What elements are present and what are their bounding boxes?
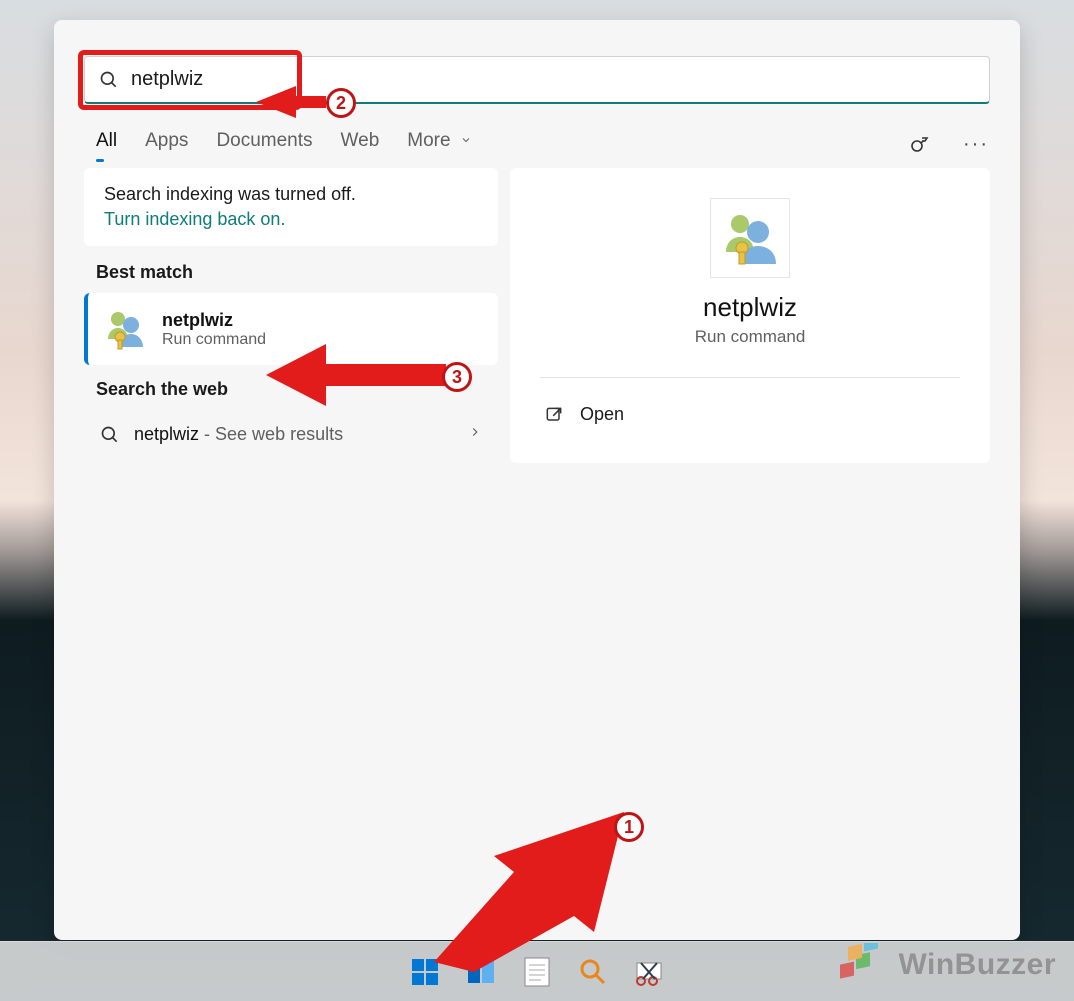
search-row xyxy=(54,20,1020,104)
best-match-item[interactable]: netplwiz Run command xyxy=(84,293,498,365)
search-icon xyxy=(99,70,119,90)
tab-more[interactable]: More xyxy=(407,130,472,158)
divider xyxy=(540,377,960,378)
turn-indexing-on-link[interactable]: Turn indexing back on. xyxy=(104,209,478,230)
web-result-item[interactable]: netplwiz - See web results xyxy=(84,410,498,459)
indexing-notice-text: Search indexing was turned off. xyxy=(104,184,478,205)
winbuzzer-logo-icon xyxy=(838,943,890,987)
open-icon xyxy=(544,405,564,425)
tab-more-label: More xyxy=(407,130,450,151)
preview-subtitle: Run command xyxy=(530,327,970,347)
search-box[interactable] xyxy=(84,56,990,104)
open-label: Open xyxy=(580,404,624,425)
tab-all[interactable]: All xyxy=(96,130,117,158)
search-panel: All Apps Documents Web More ··· Search i… xyxy=(54,20,1020,940)
results-column: Search indexing was turned off. Turn ind… xyxy=(84,168,498,463)
search-tabs: All Apps Documents Web More ··· xyxy=(54,104,1020,168)
web-result-term: netplwiz xyxy=(134,424,199,444)
chevron-right-icon xyxy=(468,425,482,444)
tab-web[interactable]: Web xyxy=(341,130,380,158)
start-button[interactable] xyxy=(408,955,442,989)
annotation-step-1: 1 xyxy=(614,812,644,842)
best-match-title: netplwiz xyxy=(162,310,266,331)
search-icon xyxy=(100,425,120,445)
search-button[interactable] xyxy=(576,955,610,989)
preview-title: netplwiz xyxy=(530,292,970,323)
tab-apps[interactable]: Apps xyxy=(145,130,188,158)
best-match-text: netplwiz Run command xyxy=(162,310,266,349)
search-web-label: Search the web xyxy=(96,379,498,400)
snipping-tool-button[interactable] xyxy=(632,955,666,989)
preview-icon xyxy=(710,198,790,278)
search-body: Search indexing was turned off. Turn ind… xyxy=(54,168,1020,463)
best-match-subtitle: Run command xyxy=(162,331,266,349)
notepad-button[interactable] xyxy=(520,955,554,989)
annotation-step-3: 3 xyxy=(442,362,472,392)
preview-pane: netplwiz Run command Open xyxy=(510,168,990,463)
indexing-notice: Search indexing was turned off. Turn ind… xyxy=(84,168,498,246)
annotation-step-2: 2 xyxy=(326,88,356,118)
search-input[interactable] xyxy=(131,68,975,91)
more-options-icon[interactable]: ··· xyxy=(962,130,990,158)
best-match-label: Best match xyxy=(96,262,498,283)
task-view-button[interactable] xyxy=(464,955,498,989)
watermark: WinBuzzer xyxy=(838,943,1056,987)
feedback-icon[interactable] xyxy=(906,130,934,158)
user-accounts-icon xyxy=(104,307,148,351)
open-action[interactable]: Open xyxy=(530,396,970,433)
watermark-text: WinBuzzer xyxy=(898,948,1056,982)
chevron-down-icon xyxy=(460,134,472,146)
tab-documents[interactable]: Documents xyxy=(216,130,312,158)
web-result-suffix: - See web results xyxy=(199,424,343,444)
